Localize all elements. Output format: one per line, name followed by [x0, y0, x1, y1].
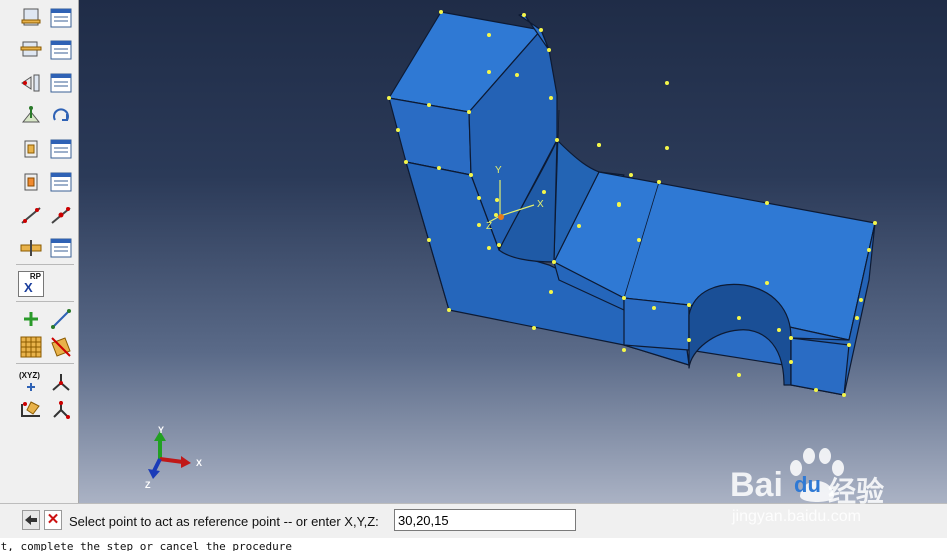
graphics-viewport[interactable]: Y X Z Y X Z — [79, 0, 947, 503]
datum-plane-offset-icon[interactable] — [19, 6, 43, 30]
table-icon[interactable] — [49, 6, 73, 30]
create-point-icon[interactable] — [19, 307, 43, 331]
toolbar-separator — [16, 264, 74, 265]
datum-csys-icon[interactable]: (XYZ) — [19, 371, 45, 393]
create-edge-icon[interactable] — [19, 203, 43, 227]
mesh-grid-icon[interactable] — [19, 335, 43, 359]
datum-axis-principal-icon[interactable] — [49, 370, 73, 394]
toolbar-separator — [16, 301, 74, 302]
table-icon[interactable] — [49, 236, 73, 260]
partition-cell-extrude-icon[interactable] — [19, 137, 43, 161]
watermark-cn: 经验 — [828, 476, 885, 507]
triad-z-label: Z — [145, 480, 151, 490]
watermark-url: jingyan.baidu.com — [732, 508, 861, 525]
local-x-label: X — [537, 199, 544, 210]
create-line-icon[interactable] — [49, 307, 73, 331]
datum-offset-point-icon[interactable] — [49, 398, 73, 422]
table-icon[interactable] — [49, 71, 73, 95]
table-icon[interactable] — [49, 38, 73, 62]
datum-axis-icon[interactable] — [19, 71, 43, 95]
local-z-label: Z — [486, 221, 493, 232]
local-y-label: Y — [495, 165, 502, 176]
datum-midpoint-icon[interactable] — [19, 398, 43, 422]
datum-point-icon[interactable] — [19, 236, 43, 260]
back-arrow-icon — [25, 515, 37, 525]
partition-face-icon[interactable] — [19, 104, 43, 128]
partition-cell-sweep-icon[interactable] — [19, 170, 43, 194]
tool-palette: RP X (XYZ) — [0, 0, 79, 503]
datum-plane-3points-icon[interactable] — [19, 38, 43, 62]
table-icon[interactable] — [49, 137, 73, 161]
watermark-brand: Bai — [730, 466, 783, 504]
cancel-procedure-button[interactable]: ✕ — [44, 510, 62, 530]
triad-y-label: Y — [158, 425, 165, 435]
prompt-label: Select point to act as reference point -… — [69, 514, 379, 529]
watermark-brand-end: du — [794, 472, 821, 497]
rotate-icon[interactable] — [49, 104, 73, 128]
triad-x-label: X — [196, 458, 203, 468]
message-area: ot, complete the step or cancel the proc… — [0, 538, 947, 551]
baidu-watermark: Bai du 经验 jingyan.baidu.com — [730, 446, 945, 536]
previous-step-button[interactable] — [22, 510, 40, 530]
table-icon[interactable] — [49, 170, 73, 194]
message-text: ot, complete the step or cancel the proc… — [0, 540, 293, 551]
partition-face-sketch-icon[interactable] — [49, 335, 73, 359]
create-reference-point-button[interactable]: RP X — [18, 271, 44, 297]
rp-x-label: X — [24, 280, 33, 295]
toolbar-separator — [16, 363, 74, 364]
coordinate-input[interactable] — [394, 509, 576, 531]
edge-split-icon[interactable] — [49, 203, 73, 227]
